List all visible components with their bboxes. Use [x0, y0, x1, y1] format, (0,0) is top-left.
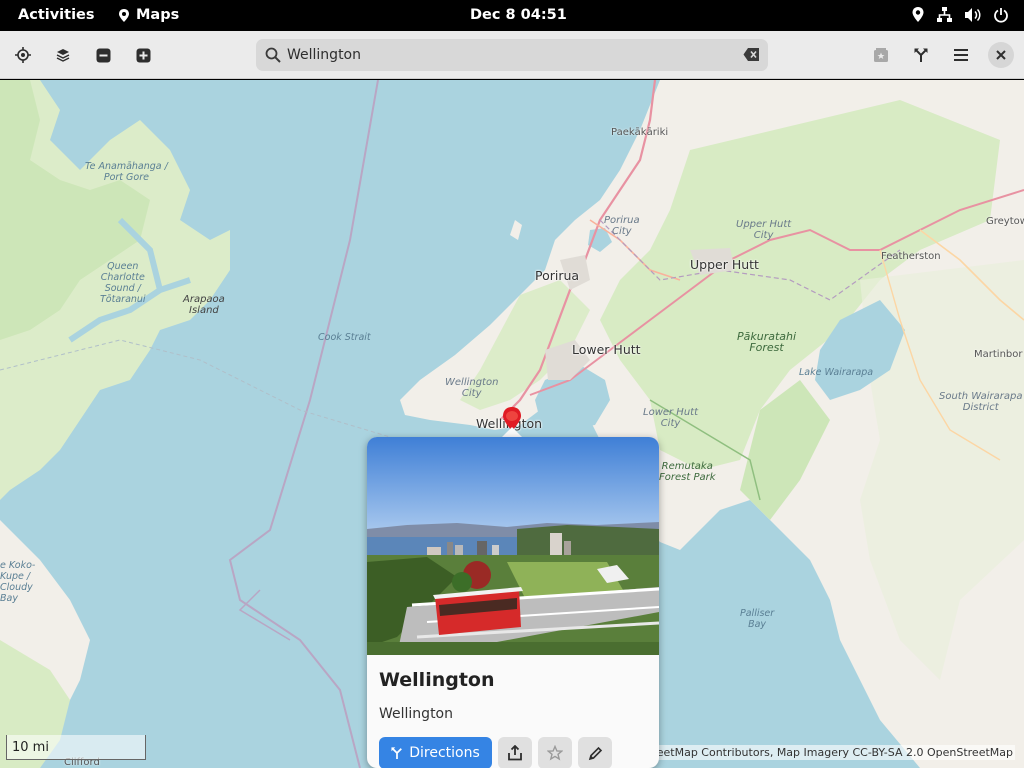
go-to-current-location-button[interactable]	[8, 40, 38, 70]
favorite-button[interactable]	[538, 737, 572, 768]
label-queen-charlotte: Queen Charlotte Sound / Tōtaranui	[100, 261, 146, 305]
place-photo	[367, 437, 659, 655]
label-palliser-bay: Palliser Bay	[740, 608, 775, 630]
map-scale: 10 mi	[6, 735, 146, 760]
volume-icon	[965, 7, 981, 22]
place-subtitle: Wellington	[379, 706, 453, 722]
label-cloudy-bay: e Koko- Kupe / Cloudy Bay	[0, 560, 36, 604]
search-icon	[265, 47, 281, 63]
share-button[interactable]	[498, 737, 532, 768]
close-window-button[interactable]	[988, 42, 1014, 68]
label-greytown: Greytow	[986, 216, 1024, 227]
label-remutaka-forest: Remutaka Forest Park	[659, 461, 716, 483]
locate-icon	[15, 47, 31, 63]
zoom-out-icon	[96, 48, 110, 62]
layers-button[interactable]	[48, 40, 78, 70]
place-title: Wellington	[379, 669, 495, 691]
main-menu-button[interactable]	[946, 40, 976, 70]
location-icon	[912, 7, 924, 22]
share-icon	[508, 745, 522, 761]
header-bar	[0, 31, 1024, 79]
power-icon	[994, 7, 1008, 23]
place-popover: Wellington Wellington Directions	[367, 437, 659, 768]
label-porirua-city: Porirua City	[604, 215, 640, 237]
clock[interactable]: Dec 8 04:51	[470, 7, 567, 23]
star-icon	[547, 745, 563, 761]
zoom-out-button[interactable]	[88, 40, 118, 70]
route-icon	[914, 48, 928, 62]
close-icon	[996, 50, 1006, 60]
label-lower-hutt-city: Lower Hutt City	[643, 407, 699, 429]
map-attribution: OpenStreetMap Contributors, Map Imagery …	[609, 745, 1015, 760]
favorites-button[interactable]	[866, 40, 896, 70]
label-wellington-city: Wellington City	[445, 377, 499, 399]
maps-app-icon	[119, 8, 129, 22]
label-paekakariki: Paekākāriki	[611, 127, 669, 138]
edit-button[interactable]	[578, 737, 612, 768]
label-pakuratahi-forest: Pākuratahi Forest	[737, 330, 797, 354]
app-name: Maps	[136, 7, 180, 23]
directions-button[interactable]: Directions	[379, 737, 492, 768]
layers-icon	[56, 49, 70, 62]
label-south-wairarapa: South Wairarapa District	[939, 391, 1023, 413]
label-featherston: Featherston	[881, 251, 941, 262]
route-icon	[391, 747, 403, 759]
label-porirua: Porirua	[535, 268, 580, 283]
menu-icon	[954, 49, 968, 61]
label-upper-hutt: Upper Hutt	[690, 257, 759, 272]
activities-button[interactable]: Activities	[18, 7, 95, 23]
search-bar[interactable]	[256, 39, 768, 71]
directions-label: Directions	[409, 745, 480, 761]
top-bar: Activities Maps Dec 8 04:51	[0, 0, 1024, 31]
label-te-anamahanga: Te Anamāhanga / Port Gore	[85, 161, 168, 183]
search-input[interactable]	[287, 47, 727, 63]
network-icon	[937, 7, 952, 22]
zoom-in-button[interactable]	[128, 40, 158, 70]
clear-search-icon[interactable]	[743, 47, 760, 62]
favorites-icon	[874, 48, 888, 62]
app-menu[interactable]: Maps	[117, 7, 179, 23]
label-upper-hutt-city: Upper Hutt City	[736, 219, 792, 241]
label-lower-hutt: Lower Hutt	[572, 342, 641, 357]
zoom-in-icon	[136, 48, 150, 62]
label-cook-strait: Cook Strait	[318, 332, 371, 343]
system-tray[interactable]	[911, 6, 1009, 23]
label-arapaoa: Arapaoa Island	[183, 294, 225, 316]
label-lake-wairarapa: Lake Wairarapa	[799, 367, 874, 378]
label-martinborough: Martinbor	[974, 349, 1023, 360]
pencil-icon	[588, 746, 602, 760]
route-planner-button[interactable]	[906, 40, 936, 70]
